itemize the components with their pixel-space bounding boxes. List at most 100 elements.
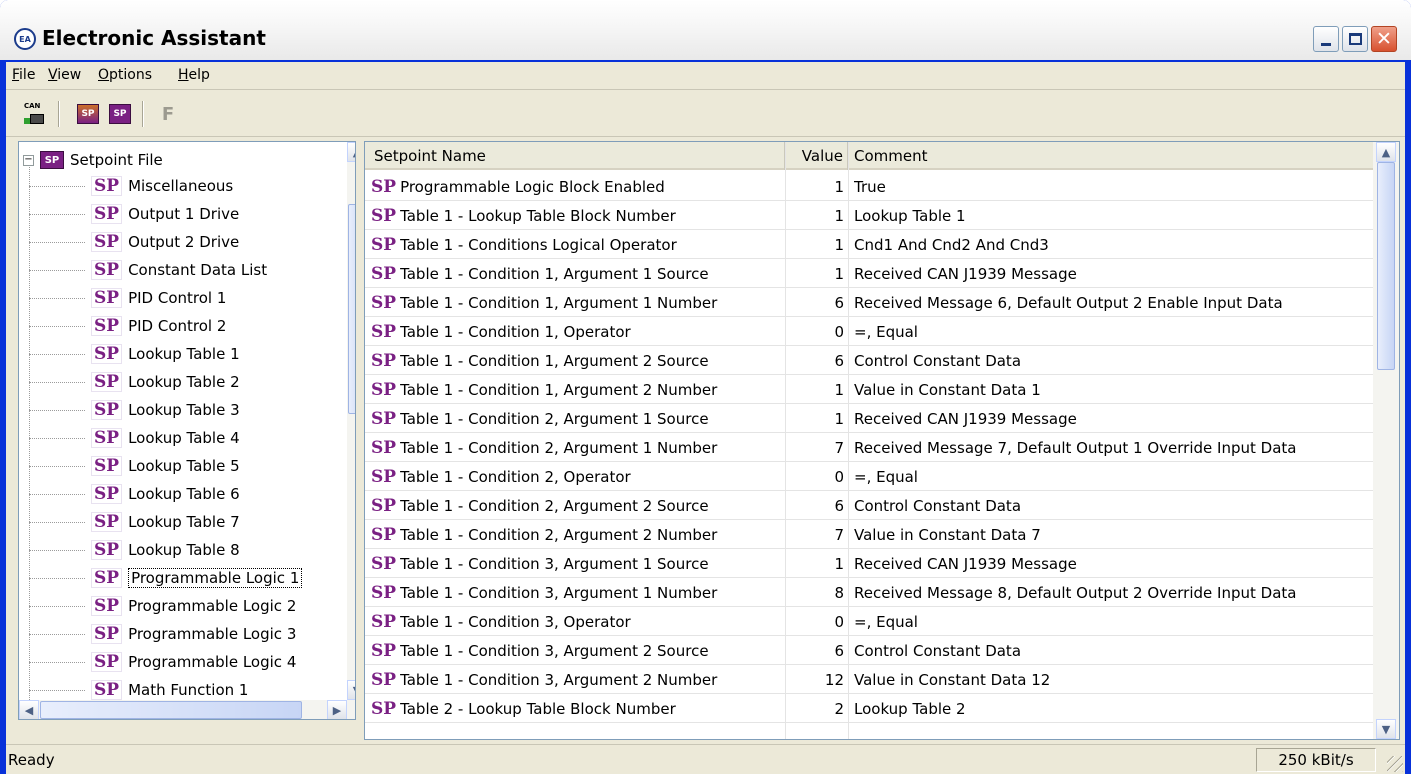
setpoint-tree[interactable]: − SP Setpoint File SP Miscellaneous SP Outp… bbox=[18, 141, 356, 720]
table-row[interactable]: SP Table 1 - Condition 3, Argument 2 Sour… bbox=[365, 636, 1373, 665]
setpoint-name-cell[interactable]: SP Table 1 - Conditions Logical Operator bbox=[371, 230, 781, 259]
table-row[interactable]: SP Table 1 - Lookup Table Block Number 1 Lo… bbox=[365, 201, 1373, 230]
tree-item[interactable]: SP Lookup Table 4 bbox=[19, 424, 240, 452]
setpoint-value-cell[interactable]: 1 bbox=[785, 404, 844, 433]
menu-file[interactable]: File bbox=[12, 67, 35, 83]
setpoint-name-cell[interactable]: SP Table 1 - Condition 3, Operator bbox=[371, 607, 781, 636]
menu-view[interactable]: View bbox=[48, 67, 81, 83]
setpoint-value-cell[interactable]: 1 bbox=[785, 375, 844, 404]
table-row[interactable]: SP Table 1 - Condition 3, Operator 0 =, Equ… bbox=[365, 607, 1373, 636]
tree-item[interactable]: SP Lookup Table 8 bbox=[19, 536, 240, 564]
setpoint-value-cell[interactable]: 6 bbox=[785, 491, 844, 520]
tree-item[interactable]: SP Lookup Table 6 bbox=[19, 480, 240, 508]
tree-item[interactable]: SP Lookup Table 7 bbox=[19, 508, 240, 536]
table-row[interactable]: SP Table 1 - Condition 1, Argument 1 Numb… bbox=[365, 288, 1373, 317]
tree-item[interactable]: SP Lookup Table 5 bbox=[19, 452, 240, 480]
scroll-right-icon[interactable]: ▶ bbox=[327, 700, 347, 719]
setpoint-value-cell[interactable]: 1 bbox=[785, 201, 844, 230]
setpoint-name-cell[interactable]: SP Table 1 - Condition 2, Argument 1 Numb… bbox=[371, 433, 781, 462]
minimize-button[interactable] bbox=[1313, 26, 1339, 52]
tree-item[interactable]: SP Programmable Logic 1 bbox=[19, 564, 303, 592]
setpoint-value-cell[interactable]: 0 bbox=[785, 462, 844, 491]
table-row[interactable]: SP Table 1 - Condition 2, Argument 1 Sour… bbox=[365, 404, 1373, 433]
setpoint-value-cell[interactable]: 0 bbox=[785, 607, 844, 636]
open-setpoint-button[interactable]: SP bbox=[74, 100, 102, 128]
setpoint-name-cell[interactable]: SP Table 1 - Condition 3, Argument 2 Numb… bbox=[371, 665, 781, 694]
setpoint-name-cell[interactable]: SP Table 1 - Condition 1, Operator bbox=[371, 317, 781, 346]
tree-vertical-scrollbar[interactable]: ▲ ▼ bbox=[347, 142, 355, 700]
setpoint-value-cell[interactable]: 1 bbox=[785, 549, 844, 578]
table-row[interactable]: SP Table 1 - Condition 2, Argument 1 Numb… bbox=[365, 433, 1373, 462]
collapse-icon[interactable]: − bbox=[23, 154, 34, 166]
scrollbar-thumb[interactable] bbox=[348, 204, 355, 414]
setpoint-name-cell[interactable]: SP Table 1 - Condition 1, Argument 1 Sour… bbox=[371, 259, 781, 288]
table-row[interactable]: SP Table 1 - Condition 3, Argument 1 Sour… bbox=[365, 549, 1373, 578]
table-row[interactable]: SP Table 1 - Condition 3, Argument 2 Numb… bbox=[365, 665, 1373, 694]
tree-item[interactable]: SP Constant Data List bbox=[19, 256, 267, 284]
setpoint-value-cell[interactable]: 1 bbox=[785, 230, 844, 259]
tree-root-setpoint-file[interactable]: − SP Setpoint File bbox=[23, 148, 163, 172]
setpoint-name-cell[interactable]: SP Table 1 - Condition 1, Argument 2 Numb… bbox=[371, 375, 781, 404]
scroll-down-icon[interactable]: ▼ bbox=[1376, 719, 1396, 739]
save-setpoint-button[interactable]: SP bbox=[106, 100, 134, 128]
table-row[interactable]: SP Table 1 - Condition 2, Argument 2 Sour… bbox=[365, 491, 1373, 520]
setpoint-grid[interactable]: Setpoint Name Value Comment SP Programmab… bbox=[364, 141, 1400, 740]
column-header-value[interactable]: Value bbox=[785, 142, 848, 170]
tree-item[interactable]: SP Programmable Logic 3 bbox=[19, 620, 296, 648]
tree-item[interactable]: SP Lookup Table 1 bbox=[19, 340, 240, 368]
setpoint-name-cell[interactable]: SP Table 1 - Condition 2, Argument 2 Sour… bbox=[371, 491, 781, 520]
setpoint-name-cell[interactable]: SP Table 1 - Condition 3, Argument 1 Numb… bbox=[371, 578, 781, 607]
column-header-comment[interactable]: Comment bbox=[848, 142, 1373, 170]
setpoint-value-cell[interactable]: 12 bbox=[785, 665, 844, 694]
setpoint-name-cell[interactable]: SP Programmable Logic Block Enabled bbox=[371, 172, 781, 201]
tree-item[interactable]: SP Lookup Table 2 bbox=[19, 368, 240, 396]
scroll-down-icon[interactable]: ▼ bbox=[347, 680, 355, 700]
tree-item[interactable]: SP Miscellaneous bbox=[19, 172, 233, 200]
setpoint-name-cell[interactable]: SP Table 1 - Condition 3, Argument 1 Sour… bbox=[371, 549, 781, 578]
menu-options[interactable]: Options bbox=[98, 67, 152, 83]
table-row[interactable]: SP Table 1 - Condition 1, Argument 2 Numb… bbox=[365, 375, 1373, 404]
close-button[interactable]: ✕ bbox=[1371, 26, 1397, 52]
tree-item[interactable]: SP Lookup Table 3 bbox=[19, 396, 240, 424]
setpoint-value-cell[interactable]: 1 bbox=[785, 172, 844, 201]
setpoint-name-cell[interactable]: SP Table 1 - Condition 1, Argument 2 Sour… bbox=[371, 346, 781, 375]
setpoint-name-cell[interactable]: SP Table 1 - Condition 1, Argument 1 Numb… bbox=[371, 288, 781, 317]
tree-item[interactable]: SP Output 1 Drive bbox=[19, 200, 239, 228]
menu-help[interactable]: Help bbox=[178, 67, 210, 83]
column-header-setpoint-name[interactable]: Setpoint Name bbox=[365, 142, 785, 170]
resize-grip-icon[interactable] bbox=[1387, 756, 1403, 772]
setpoint-value-cell[interactable]: 6 bbox=[785, 288, 844, 317]
grid-vertical-scrollbar[interactable]: ▲ ▼ bbox=[1373, 142, 1399, 739]
setpoint-name-cell[interactable]: SP Table 2 - Lookup Table Block Number bbox=[371, 694, 781, 723]
setpoint-value-cell[interactable]: 6 bbox=[785, 636, 844, 665]
setpoint-value-cell[interactable]: 2 bbox=[785, 694, 844, 723]
tree-item[interactable]: SP Programmable Logic 4 bbox=[19, 648, 296, 676]
setpoint-name-cell[interactable]: SP Table 1 - Condition 2, Argument 1 Sour… bbox=[371, 404, 781, 433]
table-row[interactable]: SP Table 1 - Condition 2, Operator 0 =, Equ… bbox=[365, 462, 1373, 491]
table-row[interactable]: SP Table 1 - Condition 1, Argument 2 Sour… bbox=[365, 346, 1373, 375]
scrollbar-thumb[interactable] bbox=[1377, 162, 1395, 370]
setpoint-name-cell[interactable]: SP Table 1 - Condition 2, Argument 2 Numb… bbox=[371, 520, 781, 549]
table-row[interactable]: SP Table 1 - Conditions Logical Operator 1… bbox=[365, 230, 1373, 259]
setpoint-name-cell[interactable]: SP Table 1 - Lookup Table Block Number bbox=[371, 201, 781, 230]
tree-item[interactable]: SP PID Control 1 bbox=[19, 284, 226, 312]
tree-item[interactable]: SP PID Control 2 bbox=[19, 312, 226, 340]
setpoint-value-cell[interactable]: 8 bbox=[785, 578, 844, 607]
setpoint-value-cell[interactable]: 6 bbox=[785, 346, 844, 375]
table-row[interactable]: SP Table 1 - Condition 1, Operator 0 =, Equ… bbox=[365, 317, 1373, 346]
can-connect-button[interactable]: CAN bbox=[20, 100, 48, 128]
scroll-up-icon[interactable]: ▲ bbox=[1376, 142, 1396, 162]
table-row[interactable]: SP Table 1 - Condition 1, Argument 1 Sour… bbox=[365, 259, 1373, 288]
table-row[interactable]: SP Table 1 - Condition 3, Argument 1 Numb… bbox=[365, 578, 1373, 607]
table-row[interactable]: SP Programmable Logic Block Enabled 1 True bbox=[365, 172, 1373, 201]
tree-item[interactable]: SP Programmable Logic 2 bbox=[19, 592, 296, 620]
scroll-left-icon[interactable]: ◀ bbox=[19, 700, 39, 719]
flash-button[interactable]: F bbox=[154, 100, 182, 128]
setpoint-value-cell[interactable]: 7 bbox=[785, 433, 844, 462]
setpoint-value-cell[interactable]: 0 bbox=[785, 317, 844, 346]
setpoint-value-cell[interactable]: 7 bbox=[785, 520, 844, 549]
scroll-up-icon[interactable]: ▲ bbox=[347, 142, 355, 162]
setpoint-name-cell[interactable]: SP Table 1 - Condition 2, Operator bbox=[371, 462, 781, 491]
tree-horizontal-scrollbar[interactable]: ◀ ▶ bbox=[19, 700, 355, 719]
scrollbar-thumb[interactable] bbox=[40, 701, 302, 719]
